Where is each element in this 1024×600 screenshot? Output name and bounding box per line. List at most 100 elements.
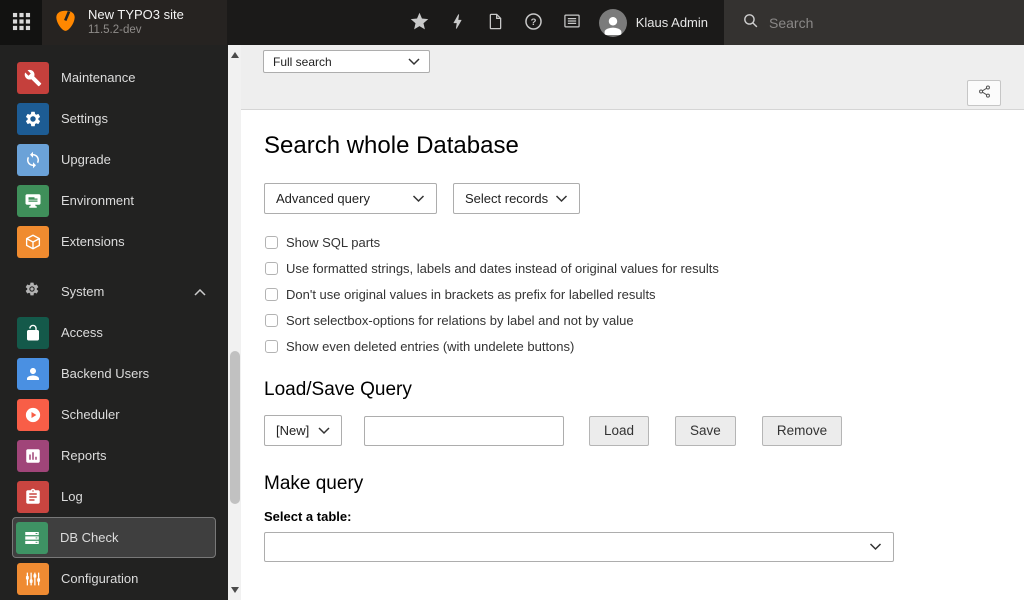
query-type-select[interactable]: Advanced query (264, 183, 437, 214)
sidebar-section-label: System (61, 284, 105, 299)
sidebar-item-backend-users[interactable]: Backend Users (0, 353, 228, 394)
sidebar-item-reports[interactable]: Reports (0, 435, 228, 476)
bookmarks-button[interactable] (405, 0, 435, 45)
typo3-logo-icon (53, 8, 78, 38)
brand[interactable]: New TYPO3 site 11.5.2-dev (42, 0, 227, 45)
scroll-up-arrow[interactable] (230, 52, 239, 58)
chevron-up-icon (194, 283, 206, 301)
file-icon (486, 12, 505, 34)
module-content: Full search Search whole Database Advanc… (241, 45, 1024, 600)
toolbar: ? Klaus Admin (227, 0, 724, 45)
checkbox[interactable] (265, 288, 278, 301)
sidebar-item-label: Log (61, 489, 83, 504)
option-label: Don't use original values in brackets as… (286, 287, 656, 302)
grid-icon (12, 12, 31, 34)
module-menu: Maintenance Settings Upgrade Environment… (0, 45, 228, 600)
page-title: Search whole Database (264, 132, 519, 159)
sidebar-item-label: Maintenance (61, 70, 136, 85)
option-label: Show SQL parts (286, 235, 381, 250)
search-input[interactable] (769, 14, 1009, 31)
log-clipboard-icon (17, 480, 49, 513)
user-name: Klaus Admin (635, 15, 708, 30)
scrollbar-thumb[interactable] (229, 351, 240, 504)
record-select[interactable]: Select records (453, 183, 580, 214)
option-label: Sort selectbox-options for relations by … (286, 313, 634, 328)
user-menu-button[interactable]: Klaus Admin (595, 0, 714, 45)
checkbox[interactable] (265, 262, 278, 275)
sidebar-item-label: Upgrade (61, 152, 111, 167)
sidebar-item-label: DB Check (60, 530, 119, 545)
module-menu-scrollbar[interactable] (228, 45, 241, 600)
sidebar-item-db-check[interactable]: DB Check (12, 517, 216, 558)
star-icon (409, 11, 430, 35)
help-button[interactable]: ? (519, 0, 549, 45)
option-use-formatted-strings[interactable]: Use formatted strings, labels and dates … (265, 261, 1001, 276)
checkbox[interactable] (265, 314, 278, 327)
sidebar-item-configuration[interactable]: Configuration (0, 558, 228, 599)
remove-button[interactable]: Remove (761, 415, 843, 446)
options-list: Show SQL parts Use formatted strings, la… (264, 235, 1001, 354)
access-lock-open-icon (17, 316, 49, 349)
sidebar-item-scheduler[interactable]: Scheduler (0, 394, 228, 435)
make-query-title: Make query (264, 473, 364, 494)
reports-chart-icon (17, 439, 49, 472)
backend-users-person-icon (17, 357, 49, 390)
sidebar-item-label: Environment (61, 193, 134, 208)
new-document-button[interactable] (481, 0, 511, 45)
sidebar-item-label: Reports (61, 448, 107, 463)
stored-query-select[interactable]: [New] (264, 415, 342, 446)
sidebar-item-settings[interactable]: Settings (0, 98, 228, 139)
sidebar-item-label: Configuration (61, 571, 139, 586)
query-type-value: Advanced query (276, 191, 370, 206)
chevron-down-icon (555, 194, 568, 203)
site-version: 11.5.2-dev (88, 24, 142, 37)
sidebar-item-log[interactable]: Log (0, 476, 228, 517)
environment-monitor-icon (17, 184, 49, 217)
option-sort-by-label[interactable]: Sort selectbox-options for relations by … (265, 313, 1001, 328)
load-save-title: Load/Save Query (264, 379, 412, 400)
bolt-icon (448, 12, 467, 34)
checkbox[interactable] (265, 340, 278, 353)
record-select-value: Select records (465, 191, 549, 206)
chevron-down-icon (318, 426, 330, 435)
scroll-down-arrow[interactable] (230, 587, 239, 593)
svg-text:?: ? (531, 17, 537, 28)
sidebar-item-label: Access (61, 325, 103, 340)
chevron-down-icon (412, 194, 425, 203)
function-menu-select[interactable]: Full search (263, 50, 430, 73)
topbar-search[interactable] (724, 0, 1024, 45)
sidebar-item-maintenance[interactable]: Maintenance (0, 57, 228, 98)
settings-gear-icon (17, 102, 49, 135)
sidebar-item-access[interactable]: Access (0, 312, 228, 353)
option-no-original-values[interactable]: Don't use original values in brackets as… (265, 287, 1001, 302)
docbody: Search whole Database Advanced query Sel… (241, 110, 1024, 562)
table-select-label: Select a table: (264, 509, 352, 524)
list-icon (562, 11, 582, 34)
sidebar-item-extensions[interactable]: Extensions (0, 221, 228, 262)
sidebar-item-label: Scheduler (61, 407, 120, 422)
help-circle-icon: ? (523, 11, 544, 35)
extensions-cube-icon (17, 225, 49, 258)
modulemenu-toggle-button[interactable] (0, 0, 42, 45)
search-icon (742, 12, 759, 34)
sidebar-item-label: Settings (61, 111, 108, 126)
shortcut-button[interactable] (967, 80, 1001, 106)
option-show-deleted[interactable]: Show even deleted entries (with undelete… (265, 339, 1001, 354)
save-button[interactable]: Save (675, 415, 736, 446)
stored-query-value: [New] (276, 423, 310, 438)
scheduler-play-circle-icon (17, 398, 49, 431)
sidebar-item-label: Extensions (61, 234, 125, 249)
sidebar-section-system[interactable]: System (0, 271, 228, 312)
clear-cache-button[interactable] (443, 0, 473, 45)
sidebar-item-environment[interactable]: Environment (0, 180, 228, 221)
checkbox[interactable] (265, 236, 278, 249)
systeminformation-button[interactable] (557, 0, 587, 45)
sidebar-item-upgrade[interactable]: Upgrade (0, 139, 228, 180)
table-select[interactable] (264, 532, 894, 562)
maintenance-wrench-icon (17, 61, 49, 94)
site-title: New TYPO3 site (88, 7, 184, 23)
load-button[interactable]: Load (589, 415, 650, 446)
option-show-sql-parts[interactable]: Show SQL parts (265, 235, 1001, 250)
option-label: Use formatted strings, labels and dates … (286, 261, 719, 276)
query-name-input[interactable] (364, 415, 564, 446)
